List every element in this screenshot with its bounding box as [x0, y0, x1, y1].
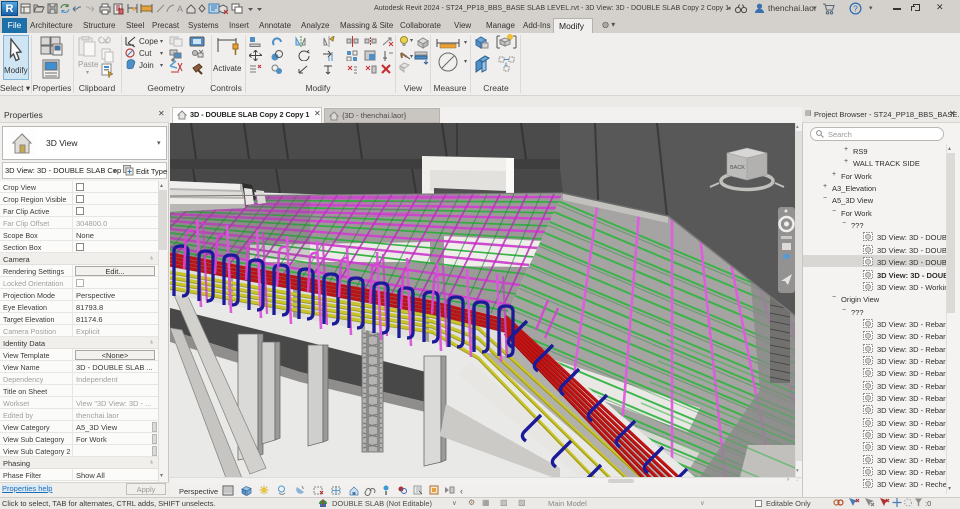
svg-text:‹: ‹: [460, 486, 463, 496]
svg-text:A: A: [177, 4, 183, 14]
svg-text:?: ?: [853, 4, 858, 13]
svg-text:BACK: BACK: [730, 165, 745, 171]
